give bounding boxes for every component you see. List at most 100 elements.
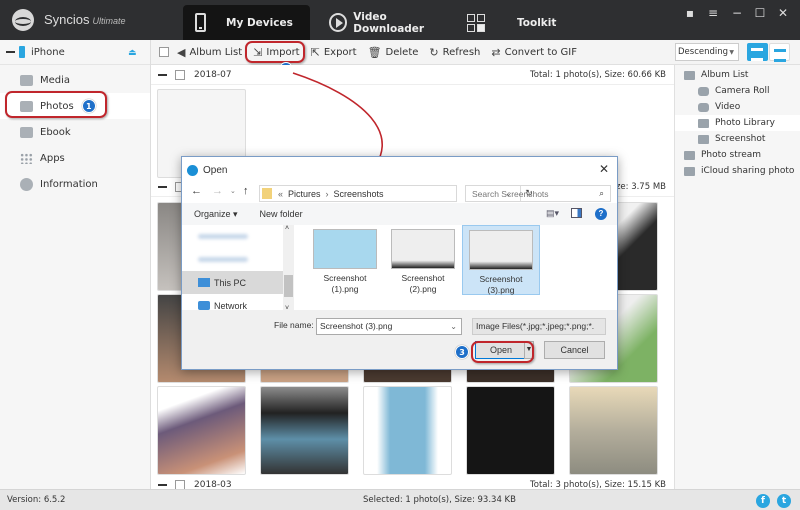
breadcrumb-pictures[interactable]: Pictures (288, 189, 321, 199)
version-text: Version: 6.5.2 (7, 495, 66, 505)
address-bar[interactable]: « Pictures › Screenshots ⌄ ↻ (259, 185, 533, 202)
breadcrumb-screenshots[interactable]: Screenshots (334, 189, 384, 199)
collapse-icon[interactable] (158, 484, 167, 486)
album-item[interactable]: Video (675, 99, 800, 115)
nav-tab-toolkit[interactable]: Toolkit (465, 5, 585, 40)
collapse-icon[interactable] (158, 185, 167, 188)
album-label: Screenshot (715, 134, 766, 144)
select-all-checkbox[interactable] (159, 47, 169, 57)
new-folder-button[interactable]: New folder (260, 209, 303, 219)
maximize-icon[interactable]: ☐ (752, 6, 768, 20)
scroll-up-icon[interactable]: ˄ (285, 225, 289, 232)
group-checkbox[interactable] (175, 69, 185, 80)
breadcrumb-separator: › (325, 188, 329, 199)
folder-icon (262, 188, 272, 199)
delete-button[interactable]: 🗑 Delete (368, 46, 419, 59)
photo-thumbnail[interactable] (466, 386, 555, 475)
sort-order-select[interactable]: Descending ▼ (675, 43, 739, 61)
recent-chevron-icon[interactable]: ⌄ (230, 187, 236, 195)
file-item[interactable]: Screenshot (2).png (384, 225, 462, 295)
album-panel: Album List Camera Roll Video Photo Libra… (674, 65, 800, 489)
album-icon (684, 166, 695, 176)
export-button[interactable]: ⇱ Export (311, 46, 357, 59)
forward-arrow-icon[interactable]: → (212, 185, 223, 197)
file-name-line: (3).png (487, 285, 515, 295)
organize-button[interactable]: Organize ▾ (194, 209, 238, 220)
status-bar: Version: 6.5.2 Selected: 1 photo(s), Siz… (0, 489, 800, 510)
group-date: 2018-03 (194, 480, 232, 489)
group-checkbox[interactable] (175, 480, 185, 489)
phone-icon (195, 13, 206, 32)
refresh-button[interactable]: ↻ Refresh (429, 46, 480, 59)
photo-thumbnail[interactable] (157, 386, 246, 475)
chevron-down-icon[interactable]: ⌄ (450, 319, 457, 334)
back-arrow-icon[interactable]: ← (191, 185, 202, 197)
minimize-icon[interactable]: − (729, 6, 745, 20)
photo-thumbnail[interactable] (260, 386, 349, 475)
album-item[interactable]: Photo stream (675, 147, 800, 163)
list-view-button[interactable] (747, 43, 768, 61)
eject-icon[interactable]: ⏏ (128, 48, 137, 58)
grid-view-button[interactable] (769, 43, 790, 62)
nav-tab-video-downloader[interactable]: Video Downloader (326, 5, 456, 40)
button-label: Refresh (442, 46, 481, 58)
dialog-close-icon[interactable]: ✕ (599, 162, 609, 176)
sidebar-item-media[interactable]: Media (0, 67, 150, 93)
album-item[interactable]: Photo Library (675, 115, 800, 131)
feedback-icon[interactable]: ▪ (682, 6, 698, 20)
facebook-icon[interactable]: f (756, 494, 770, 508)
syncios-logo-icon (187, 164, 198, 176)
photo-thumbnail[interactable] (363, 386, 452, 475)
file-name-line: (2).png (409, 284, 437, 294)
album-icon (698, 118, 709, 128)
group-header: 2018-03 Total: 3 photo(s), Size: 15.15 K… (151, 475, 674, 489)
file-item-selected[interactable]: Screenshot (3).png (462, 225, 540, 295)
file-name-label: File name: (274, 320, 314, 330)
up-arrow-icon[interactable]: ↑ (243, 185, 249, 197)
dialog-nav-bar: ← → ⌄ ↑ « Pictures › Screenshots ⌄ ↻ Sea… (182, 183, 617, 203)
photo-thumbnail[interactable] (569, 386, 658, 475)
device-row[interactable]: iPhone ⏏ (0, 40, 150, 65)
navigation-pane: This PC Network ˄ ˅ (182, 225, 294, 312)
album-item[interactable]: Screenshot (675, 131, 800, 147)
camera-icon (698, 102, 709, 112)
cancel-button[interactable]: Cancel (544, 341, 605, 359)
album-icon (684, 150, 695, 160)
search-placeholder: Search Screenshots (472, 188, 549, 199)
nav-tab-label: Video Downloader (353, 10, 425, 35)
view-options-icon[interactable]: ▤▾ (546, 208, 559, 219)
album-item[interactable]: Camera Roll (675, 83, 800, 99)
sidebar-item-apps[interactable]: Apps (0, 145, 150, 171)
album-label: Photo stream (701, 150, 762, 160)
file-name-input[interactable]: Screenshot (3).png ⌄ (316, 318, 462, 335)
album-item[interactable]: iCloud sharing photo (675, 163, 800, 179)
dialog-footer: File name: Screenshot (3).png ⌄ Image Fi… (182, 310, 617, 369)
computer-icon (198, 278, 210, 287)
collapse-icon[interactable] (6, 51, 15, 53)
album-item[interactable]: Album List (675, 67, 800, 83)
twitter-icon[interactable]: t (777, 494, 791, 508)
search-input[interactable]: Search Screenshots ⌕ (465, 185, 611, 202)
scrollbar-thumb[interactable] (284, 275, 293, 297)
dialog-title: Open (203, 164, 228, 176)
help-icon[interactable]: ? (595, 208, 607, 220)
network-icon (198, 301, 210, 310)
tree-scrollbar[interactable]: ˄ ˅ (283, 225, 294, 312)
tree-item-blurred[interactable] (182, 248, 294, 271)
sidebar-item-ebook[interactable]: Ebook (0, 119, 150, 145)
album-list-button[interactable]: ◀ Album List (177, 46, 242, 59)
preview-pane-icon[interactable] (571, 208, 582, 218)
close-icon[interactable]: ✕ (775, 6, 791, 20)
nav-tab-my-devices[interactable]: My Devices (183, 5, 310, 40)
menu-icon[interactable]: ≡ (705, 6, 721, 20)
convert-icon: ⇄ (491, 45, 501, 59)
file-type-select[interactable]: Image Files(*.jpg;*.jpeg;*.png;*. (472, 318, 606, 335)
collapse-icon[interactable] (158, 73, 167, 76)
convert-to-gif-button[interactable]: ⇄ Convert to GIF (491, 46, 577, 59)
tree-item-this-pc[interactable]: This PC (182, 271, 283, 294)
sidebar-item-information[interactable]: Information (0, 171, 150, 197)
file-thumbnail (391, 229, 455, 269)
file-item[interactable]: Screenshot (1).png (306, 225, 384, 295)
group-total: Total: 3 photo(s), Size: 15.15 KB (530, 480, 666, 489)
tree-item-blurred[interactable] (182, 225, 294, 248)
